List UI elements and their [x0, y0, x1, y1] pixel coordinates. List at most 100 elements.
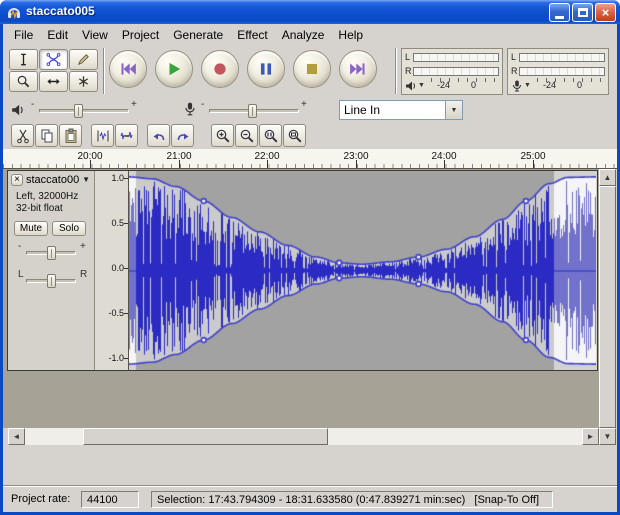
timeshift-tool-button[interactable]	[39, 71, 68, 92]
paste-button[interactable]	[59, 124, 82, 147]
copy-button[interactable]	[35, 124, 58, 147]
menu-view[interactable]: View	[75, 26, 115, 44]
audio-track: × staccato00 ▼ Left, 32000Hz 32-bit floa…	[7, 170, 598, 371]
vruler-label: 1.0	[111, 173, 124, 183]
gain-plus-label: +	[80, 241, 86, 252]
input-meter-right-label: R	[511, 66, 519, 76]
skip-to-start-button[interactable]	[109, 50, 147, 88]
input-meter-dropdown-icon[interactable]: ▼	[524, 82, 531, 89]
envelope-tool-button[interactable]	[39, 49, 68, 70]
toolbar-separator	[103, 48, 105, 94]
menu-help[interactable]: Help	[331, 26, 370, 44]
scroll-right-button[interactable]: ►	[582, 428, 599, 445]
vruler-tick	[124, 178, 128, 179]
input-meter-tick-low: -24	[543, 80, 556, 90]
horizontal-scrollbar[interactable]: ◄ ►	[8, 428, 599, 445]
minimize-button[interactable]	[549, 3, 570, 22]
play-button[interactable]	[155, 50, 193, 88]
input-volume-slider-thumb[interactable]	[248, 104, 257, 118]
cut-button[interactable]	[11, 124, 34, 147]
arrow-down-icon: ▼	[604, 432, 612, 441]
pause-button[interactable]	[247, 50, 285, 88]
vruler-tick	[124, 358, 128, 359]
track-close-button[interactable]: ×	[11, 174, 23, 186]
output-volume-slider[interactable]	[39, 109, 129, 113]
trim-button[interactable]	[91, 124, 114, 147]
gain-slider[interactable]	[26, 251, 76, 255]
maximize-button[interactable]	[572, 3, 593, 22]
double-arrow-icon	[46, 74, 61, 89]
vertical-scrollbar[interactable]: ▲ ▼	[599, 169, 616, 445]
zoom-tool-button[interactable]	[9, 71, 38, 92]
menu-project[interactable]: Project	[115, 26, 166, 44]
record-button[interactable]	[201, 50, 239, 88]
scissors-icon	[15, 128, 31, 144]
selection-status: Selection: 17:43.794309 - 18:31.633580 (…	[151, 491, 553, 508]
fit-project-button[interactable]	[283, 124, 306, 147]
input-volume-plus-label: +	[301, 99, 307, 110]
input-source-dropdown-button[interactable]: ▼	[445, 101, 462, 119]
menu-generate[interactable]: Generate	[166, 26, 230, 44]
vertical-scrollbar-thumb[interactable]	[599, 186, 616, 428]
input-meter-tick-high: 0	[577, 80, 582, 90]
waveform-display[interactable]	[129, 171, 596, 370]
mute-button[interactable]: Mute	[14, 221, 48, 236]
arrow-left-icon: ◄	[13, 432, 21, 441]
silence-button[interactable]	[115, 124, 138, 147]
pencil-icon	[76, 52, 91, 67]
close-icon: ×	[602, 5, 610, 20]
input-source-value: Line In	[340, 103, 445, 117]
skip-to-end-button[interactable]	[339, 50, 377, 88]
title-bar[interactable]: staccato005 ×	[0, 0, 620, 24]
stop-button[interactable]	[293, 50, 331, 88]
status-bar: Project rate: 44100 Selection: 17:43.794…	[3, 485, 617, 512]
selection-tool-button[interactable]	[9, 49, 38, 70]
output-volume-plus-label: +	[131, 99, 137, 110]
fit-selection-button[interactable]	[259, 124, 282, 147]
zoom-out-button[interactable]	[235, 124, 258, 147]
solo-button[interactable]: Solo	[52, 221, 86, 236]
pan-slider[interactable]	[26, 279, 76, 283]
client-area: File Edit View Project Generate Effect A…	[3, 24, 617, 512]
scroll-down-button[interactable]: ▼	[599, 428, 616, 445]
track-menu-dropdown-icon[interactable]: ▼	[82, 175, 90, 184]
chevron-down-icon: ▼	[451, 107, 458, 114]
menu-analyze[interactable]: Analyze	[275, 26, 332, 44]
timeline-minor-ticks	[3, 164, 617, 168]
app-window: staccato005 × File Edit View Project Gen…	[0, 0, 620, 515]
mute-label: Mute	[20, 223, 42, 234]
microphone-icon	[183, 102, 197, 116]
zoom-in-button[interactable]	[211, 124, 234, 147]
gain-slider-thumb[interactable]	[47, 246, 56, 260]
vruler-tick	[124, 313, 128, 314]
input-meter-left-label: L	[511, 52, 519, 62]
scroll-up-button[interactable]: ▲	[599, 169, 616, 186]
menu-file[interactable]: File	[7, 26, 40, 44]
rewind-icon	[119, 60, 137, 78]
output-meter-dropdown-icon[interactable]: ▼	[418, 82, 425, 89]
output-meter[interactable]: L R ▼ -24 0	[401, 48, 503, 95]
timeline-ruler[interactable]: 20:00 21:00 22:00 23:00 24:00 25:00	[3, 149, 617, 169]
pan-slider-thumb[interactable]	[47, 274, 56, 288]
output-volume-slider-thumb[interactable]	[74, 104, 83, 118]
menu-edit[interactable]: Edit	[40, 26, 75, 44]
input-meter[interactable]: L R ▼ -24 0	[507, 48, 609, 95]
record-icon	[211, 60, 229, 78]
draw-tool-button[interactable]	[69, 49, 98, 70]
window-title: staccato005	[26, 4, 95, 18]
gain-minus-label: -	[18, 241, 21, 252]
multi-tool-button[interactable]	[69, 71, 98, 92]
input-volume-slider[interactable]	[209, 109, 299, 113]
timeline-major-tick	[90, 160, 91, 168]
track-control-panel: × staccato00 ▼ Left, 32000Hz 32-bit floa…	[8, 171, 95, 370]
horizontal-scrollbar-thumb[interactable]	[83, 428, 328, 445]
scroll-left-button[interactable]: ◄	[8, 428, 25, 445]
input-source-select[interactable]: Line In ▼	[339, 100, 463, 120]
arrow-up-icon: ▲	[604, 173, 612, 182]
menu-effect[interactable]: Effect	[230, 26, 274, 44]
magnifier-icon	[16, 74, 31, 89]
close-button[interactable]: ×	[595, 3, 616, 22]
redo-button[interactable]	[171, 124, 194, 147]
vertical-ruler[interactable]: 1.0 0.5 0.0 -0.5 -1.0	[95, 171, 129, 370]
undo-button[interactable]	[147, 124, 170, 147]
